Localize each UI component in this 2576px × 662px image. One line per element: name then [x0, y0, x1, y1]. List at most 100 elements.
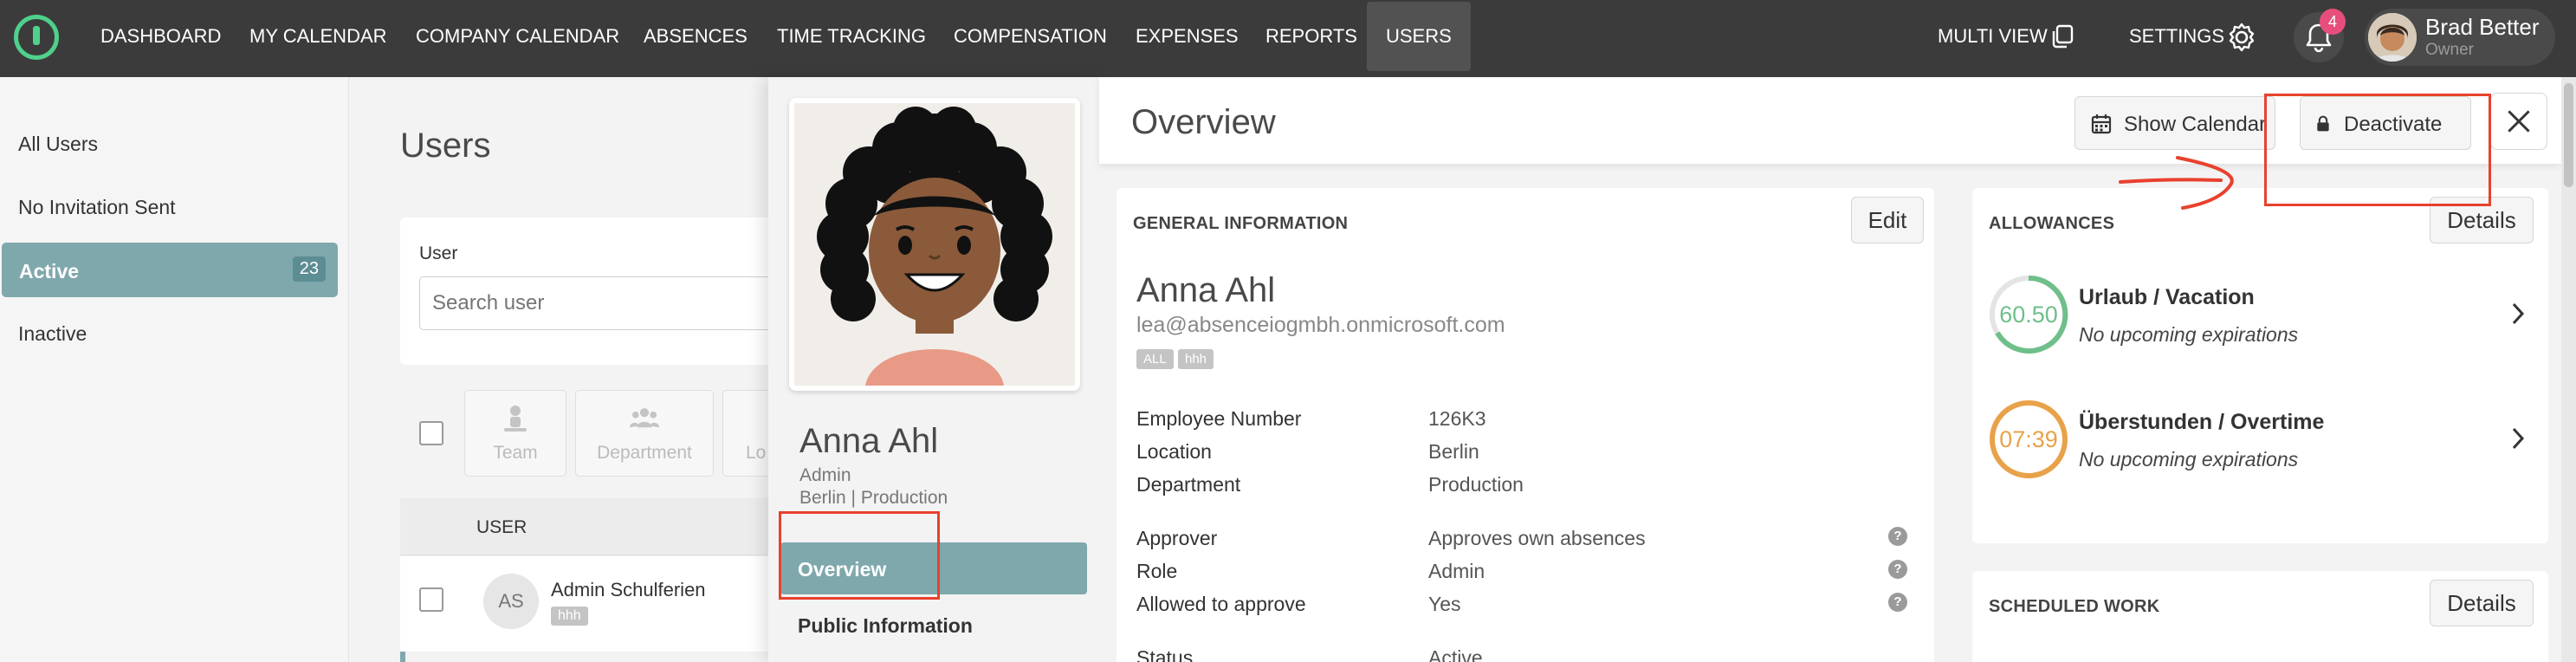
select-all-checkbox[interactable] [419, 421, 443, 445]
row-selection-indicator [400, 652, 405, 662]
edit-button[interactable]: Edit [1851, 197, 1924, 243]
tag-badge: ALL [1136, 349, 1174, 369]
filter-label: Department [597, 443, 692, 463]
filter-location-button[interactable]: Lo [722, 390, 774, 477]
help-icon[interactable]: ? [1888, 560, 1907, 579]
user-role: Owner [2425, 41, 2474, 59]
nav-absences[interactable]: ABSENCES [644, 0, 748, 71]
chevron-right-icon[interactable] [2509, 425, 2527, 451]
profile-role: Admin [799, 465, 851, 485]
nav-reports[interactable]: REPORTS [1265, 0, 1357, 71]
show-calendar-label: Show Calendar [2124, 113, 2267, 136]
nav-time-tracking[interactable]: TIME TRACKING [777, 0, 926, 71]
avatar [2368, 13, 2417, 62]
chevron-right-icon[interactable] [2509, 301, 2527, 327]
multi-view-button[interactable]: MULTI VIEW [1938, 0, 2048, 73]
user-name: Brad Better [2425, 14, 2540, 40]
scrollbar-thumb[interactable] [2564, 83, 2573, 187]
annotation-arrow-icon [2119, 156, 2234, 210]
avatar: AS [483, 574, 539, 629]
card-title: ALLOWANCES [1989, 214, 2115, 233]
filter-department-button[interactable]: Department [575, 390, 714, 477]
table-row[interactable]: AS Admin Schulferien hhh [400, 556, 807, 652]
nav-my-calendar[interactable]: MY CALENDAR [249, 0, 387, 71]
allowances-card: ALLOWANCES Details 60.50 Urlaub / Vacati… [1972, 188, 2548, 543]
help-icon[interactable]: ? [1888, 593, 1907, 612]
allowance-title[interactable]: Überstunden / Overtime [2079, 410, 2324, 435]
profile-photo [789, 98, 1080, 391]
user-menu[interactable]: Brad Better Owner [2365, 9, 2555, 66]
field-value: Production [1428, 473, 1524, 496]
field-label: Employee Number [1136, 407, 1302, 430]
show-calendar-button[interactable]: Show Calendar [2074, 96, 2275, 150]
group-icon [630, 408, 659, 428]
help-icon[interactable]: ? [1888, 527, 1907, 546]
scheduled-work-card: SCHEDULED WORK Details [1972, 571, 2548, 662]
employee-email: lea@absenceiogmbh.onmicrosoft.com [1136, 313, 1505, 337]
field-label: Allowed to approve [1136, 593, 1306, 615]
card-title: GENERAL INFORMATION [1133, 214, 1349, 233]
sidebar-item-label: Active [19, 260, 80, 282]
calendar-icon [2091, 114, 2112, 134]
field-label: Role [1136, 560, 1178, 582]
scheduled-work-details-button[interactable]: Details [2430, 580, 2534, 626]
sidebar-item-all-users[interactable]: All Users [18, 133, 98, 156]
close-icon [2508, 110, 2530, 133]
copy-icon[interactable] [2050, 24, 2074, 49]
logo-icon[interactable] [14, 15, 59, 60]
user-filter-label: User [419, 243, 458, 263]
gear-icon[interactable] [2226, 22, 2257, 53]
general-information-card: GENERAL INFORMATION Edit Anna Ahl lea@ab… [1116, 188, 1934, 662]
row-checkbox[interactable] [419, 587, 443, 612]
top-navigation: DASHBOARD MY CALENDAR COMPANY CALENDAR A… [0, 0, 2576, 77]
filter-team-button[interactable]: Team [464, 390, 566, 477]
notification-badge: 4 [2320, 9, 2346, 35]
field-label: Approver [1136, 527, 1218, 549]
profile-name: Anna Ahl [799, 422, 939, 460]
filter-label: Lo [746, 443, 767, 463]
table-header: USER [400, 498, 807, 555]
field-value: Admin [1428, 560, 1485, 582]
field-label: Status [1136, 646, 1194, 662]
nav-company-calendar[interactable]: COMPANY CALENDAR [416, 0, 619, 71]
settings-button[interactable]: SETTINGS [2129, 0, 2224, 73]
field-value: Active [1428, 646, 1483, 662]
field-value: 126K3 [1428, 407, 1486, 430]
overview-title: Overview [1131, 103, 1276, 141]
field-label: Location [1136, 440, 1212, 463]
annotation-box-deactivate [2264, 94, 2491, 206]
nav-users[interactable]: USERS [1367, 2, 1471, 71]
card-title: SCHEDULED WORK [1989, 597, 2160, 616]
field-value: Berlin [1428, 440, 1479, 463]
nav-expenses[interactable]: EXPENSES [1136, 0, 1239, 71]
field-label: Department [1136, 473, 1241, 496]
nav-compensation[interactable]: COMPENSATION [954, 0, 1107, 71]
search-input[interactable] [419, 276, 818, 330]
page-title: Users [400, 127, 491, 165]
close-button[interactable] [2490, 93, 2547, 150]
allowance-title[interactable]: Urlaub / Vacation [2079, 285, 2255, 310]
count-badge: 23 [292, 256, 326, 282]
employee-name: Anna Ahl [1136, 271, 1276, 309]
notifications-button[interactable]: 4 [2294, 9, 2346, 62]
tag-badge: hhh [1178, 349, 1214, 369]
overtime-allowance-ring: 07:39 [1989, 399, 2068, 479]
filter-label: Team [493, 443, 538, 463]
profile-location: Berlin | Production [799, 488, 948, 508]
allowance-value: 60.50 [1999, 302, 2058, 328]
sidebar-item-inactive[interactable]: Inactive [18, 322, 87, 346]
field-value: Approves own absences [1428, 527, 1646, 549]
sidebar-item-active[interactable]: Active 23 [2, 243, 338, 297]
nav-dashboard[interactable]: DASHBOARD [100, 0, 221, 71]
annotation-box-overview [779, 511, 940, 600]
column-header-user[interactable]: USER [476, 517, 527, 538]
sidebar-item-no-invitation-sent[interactable]: No Invitation Sent [18, 196, 176, 219]
allowance-subtitle: No upcoming expirations [2079, 323, 2299, 346]
user-name[interactable]: Admin Schulferien [551, 579, 706, 601]
person-icon [504, 406, 527, 432]
allowance-value: 07:39 [1999, 426, 2058, 452]
allowance-subtitle: No upcoming expirations [2079, 448, 2299, 471]
field-value: Yes [1428, 593, 1461, 615]
sidebar: All Users No Invitation Sent Active 23 I… [0, 77, 349, 662]
tab-public-information[interactable]: Public Information [798, 614, 973, 638]
